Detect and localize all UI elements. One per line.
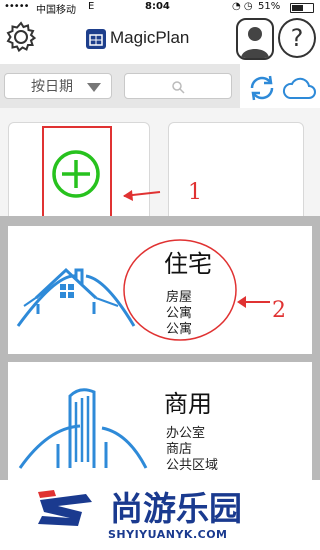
commercial-option[interactable]: 商用 办公室 商店 公共区域 [8, 362, 312, 482]
option-title: 商用 [164, 390, 212, 418]
sync-icon[interactable] [246, 72, 278, 104]
clock: 8:04 [145, 1, 170, 12]
signal-strength: ••••• [4, 1, 29, 12]
option-subtypes: 办公室 商店 公共区域 [166, 426, 218, 474]
sort-by-date-dropdown[interactable]: 按日期 [4, 73, 112, 99]
battery-fill [292, 5, 304, 11]
highlight-box [42, 126, 112, 230]
battery-icon [290, 3, 314, 13]
watermark-banner: 尚游乐园 SHYIYUANYK.COM [0, 480, 320, 550]
chevron-down-icon [87, 83, 101, 92]
help-button[interactable]: ? [278, 18, 316, 58]
office-building-icon [18, 388, 148, 469]
status-bar: ••••• 中国移动 E 8:04 ◔ ◷ 51% [0, 0, 320, 16]
watermark-text: 尚游乐园 [110, 489, 242, 528]
annotation-number: 1 [188, 180, 202, 205]
nav-bar: MagicPlan ? [0, 14, 320, 64]
search-icon [172, 81, 185, 94]
sort-label: 按日期 [31, 79, 73, 95]
search-input[interactable] [124, 73, 232, 99]
arrow-left-icon [123, 190, 161, 201]
house-icon [16, 267, 136, 327]
cloud-icon[interactable] [282, 74, 316, 102]
profile-avatar-icon[interactable] [236, 18, 274, 60]
watermark-logo-icon [38, 490, 92, 526]
annotation-number: 2 [272, 298, 286, 323]
watermark-url: SHYIYUANYK.COM [108, 528, 228, 541]
annotation-circle-2 [123, 239, 270, 341]
subtype-item: 商店 [166, 442, 193, 457]
status-icons: ◔ ◷ [232, 1, 253, 12]
subtype-item: 公共区域 [166, 458, 219, 473]
subtype-item: 办公室 [166, 426, 206, 441]
app-title: MagicPlan [110, 28, 190, 47]
network-type: E [88, 1, 95, 12]
annotation-arrow-1: 1 [120, 180, 210, 210]
battery-percent: 51% [258, 1, 281, 12]
gear-icon[interactable] [4, 20, 38, 54]
app-logo-icon [86, 29, 106, 49]
